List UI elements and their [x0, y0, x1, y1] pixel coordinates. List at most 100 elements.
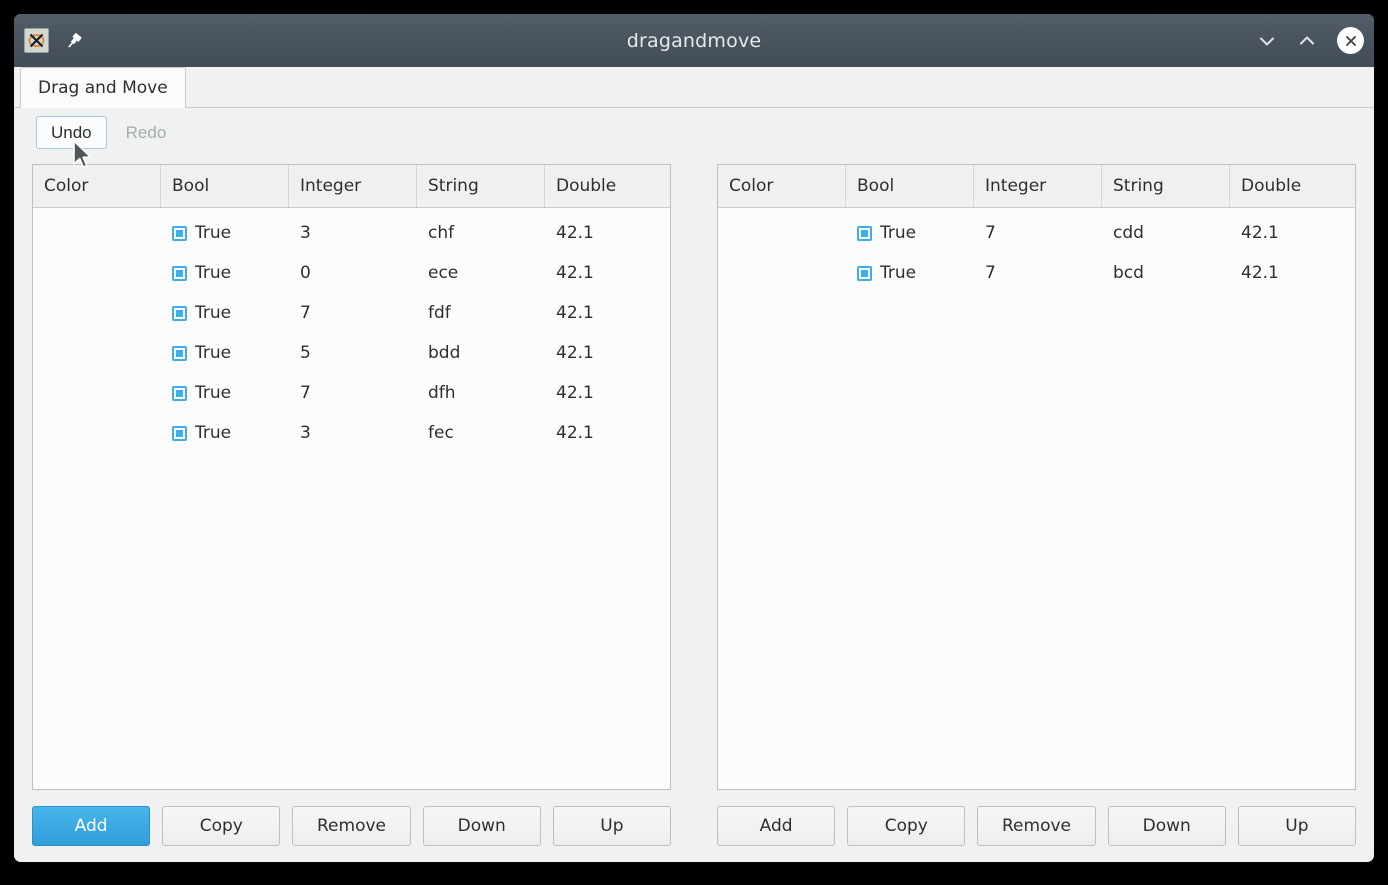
table-row[interactable]: True 3 fec 42.1	[33, 413, 670, 453]
column-header-string[interactable]: String	[1102, 165, 1230, 207]
checkbox-icon[interactable]	[172, 305, 187, 321]
cell-bool[interactable]: True	[846, 263, 974, 283]
column-header-bool[interactable]: Bool	[846, 165, 974, 207]
cell-integer[interactable]: 7	[974, 223, 1102, 243]
minimize-button[interactable]	[1254, 28, 1280, 54]
cell-string[interactable]: chf	[417, 223, 545, 243]
tab-strip: Drag and Move	[14, 67, 1374, 108]
table-row[interactable]: True 5 bdd 42.1	[33, 333, 670, 373]
checkbox-icon[interactable]	[172, 385, 187, 401]
checkbox-icon[interactable]	[857, 225, 872, 241]
titlebar-left-controls	[24, 28, 85, 53]
right-add-button[interactable]: Add	[717, 806, 836, 846]
left-add-button[interactable]: Add	[32, 806, 151, 846]
bool-label: True	[880, 223, 917, 243]
checkbox-icon[interactable]	[172, 345, 187, 361]
left-up-button[interactable]: Up	[552, 806, 672, 846]
column-header-double[interactable]: Double	[545, 165, 670, 207]
bool-label: True	[195, 423, 232, 443]
cell-integer[interactable]: 7	[974, 263, 1102, 283]
checkbox-icon[interactable]	[172, 225, 187, 241]
left-treeview[interactable]: Color Bool Integer String Double True 3 ch…	[32, 164, 671, 790]
right-treeview[interactable]: Color Bool Integer String Double True 7 cd…	[717, 164, 1356, 790]
cell-double[interactable]: 42.1	[545, 423, 670, 443]
cell-bool[interactable]: True	[161, 343, 289, 363]
left-remove-button[interactable]: Remove	[292, 806, 411, 846]
cell-integer[interactable]: 7	[289, 383, 417, 403]
column-header-color[interactable]: Color	[33, 165, 161, 207]
cell-integer[interactable]: 3	[289, 223, 417, 243]
left-button-row: Add Copy Remove Down Up	[32, 790, 672, 862]
cell-bool[interactable]: True	[161, 303, 289, 323]
column-header-integer[interactable]: Integer	[289, 165, 417, 207]
cell-bool[interactable]: True	[846, 223, 974, 243]
right-table-body: True 7 cdd 42.1 True 7 bcd 42.1	[718, 208, 1355, 789]
cell-bool[interactable]: True	[161, 223, 289, 243]
checkbox-icon[interactable]	[172, 425, 187, 441]
undo-redo-toolbar: Undo Redo	[14, 108, 1374, 156]
table-row[interactable]: True 0 ece 42.1	[33, 253, 670, 293]
cell-string[interactable]: bcd	[1102, 263, 1230, 283]
table-row[interactable]: True 3 chf 42.1	[33, 213, 670, 253]
titlebar-window-controls	[1254, 27, 1364, 54]
client-area: Drag and Move Undo Redo Color Bool Integ…	[14, 67, 1374, 862]
close-button[interactable]	[1337, 27, 1364, 54]
column-header-integer[interactable]: Integer	[974, 165, 1102, 207]
column-header-double[interactable]: Double	[1230, 165, 1355, 207]
cell-double[interactable]: 42.1	[1230, 263, 1355, 283]
cell-integer[interactable]: 3	[289, 423, 417, 443]
cell-double[interactable]: 42.1	[545, 223, 670, 243]
bool-label: True	[880, 263, 917, 283]
title-bar: dragandmove	[14, 14, 1374, 67]
table-row[interactable]: True 7 bcd 42.1	[718, 253, 1355, 293]
left-table-body: True 3 chf 42.1 True 0 ece 42.1 True 7 fdf 42.1 True…	[33, 208, 670, 789]
tab-drag-and-move[interactable]: Drag and Move	[20, 67, 186, 108]
cell-double[interactable]: 42.1	[545, 383, 670, 403]
cell-integer[interactable]: 0	[289, 263, 417, 283]
cell-bool[interactable]: True	[161, 263, 289, 283]
undo-button[interactable]: Undo	[36, 115, 107, 149]
left-copy-button[interactable]: Copy	[162, 806, 281, 846]
bool-label: True	[195, 263, 232, 283]
bool-label: True	[195, 223, 232, 243]
column-header-color[interactable]: Color	[718, 165, 846, 207]
pin-icon[interactable]	[63, 30, 85, 52]
maximize-button[interactable]	[1294, 28, 1320, 54]
table-row[interactable]: True 7 cdd 42.1	[718, 213, 1355, 253]
right-remove-button[interactable]: Remove	[977, 806, 1096, 846]
bool-label: True	[195, 383, 232, 403]
close-x-icon	[1345, 35, 1356, 46]
bool-label: True	[195, 343, 232, 363]
right-copy-button[interactable]: Copy	[847, 806, 966, 846]
cell-string[interactable]: ece	[417, 263, 545, 283]
checkbox-icon[interactable]	[172, 265, 187, 281]
cell-double[interactable]: 42.1	[545, 303, 670, 323]
cell-double[interactable]: 42.1	[545, 263, 670, 283]
cell-integer[interactable]: 5	[289, 343, 417, 363]
table-row[interactable]: True 7 fdf 42.1	[33, 293, 670, 333]
column-header-bool[interactable]: Bool	[161, 165, 289, 207]
redo-button: Redo	[111, 116, 182, 149]
application-window: dragandmove Drag and Move Undo Redo Colo…	[14, 14, 1374, 862]
left-pane: Color Bool Integer String Double True 3 ch…	[32, 164, 672, 862]
dual-pane-container: Color Bool Integer String Double True 3 ch…	[14, 156, 1374, 862]
cell-string[interactable]: fdf	[417, 303, 545, 323]
cell-bool[interactable]: True	[161, 383, 289, 403]
cell-bool[interactable]: True	[161, 423, 289, 443]
cell-double[interactable]: 42.1	[1230, 223, 1355, 243]
right-up-button[interactable]: Up	[1237, 806, 1357, 846]
cell-double[interactable]: 42.1	[545, 343, 670, 363]
cell-string[interactable]: bdd	[417, 343, 545, 363]
left-table-header: Color Bool Integer String Double	[33, 165, 670, 208]
cell-string[interactable]: fec	[417, 423, 545, 443]
right-down-button[interactable]: Down	[1107, 806, 1226, 846]
cell-integer[interactable]: 7	[289, 303, 417, 323]
left-down-button[interactable]: Down	[422, 806, 541, 846]
column-header-string[interactable]: String	[417, 165, 545, 207]
cell-string[interactable]: cdd	[1102, 223, 1230, 243]
table-row[interactable]: True 7 dfh 42.1	[33, 373, 670, 413]
xterm-logo-icon[interactable]	[24, 28, 49, 53]
cell-string[interactable]: dfh	[417, 383, 545, 403]
checkbox-icon[interactable]	[857, 265, 872, 281]
bool-label: True	[195, 303, 232, 323]
